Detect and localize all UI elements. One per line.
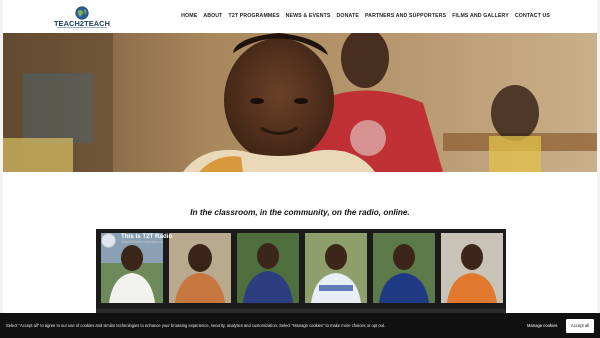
nav-item-programmes[interactable]: T2T PROGRAMMES	[229, 13, 280, 19]
nav-item-films-gallery[interactable]: FILMS AND GALLERY	[452, 13, 509, 19]
video-tile-2	[169, 233, 231, 303]
globe-logo-icon	[75, 6, 89, 20]
logo-underline	[57, 27, 107, 28]
site-logo[interactable]: TEACH2TEACH	[53, 6, 111, 30]
nav-item-news-events[interactable]: NEWS & EVENTS	[286, 13, 331, 19]
cookie-banner-text: Select "Accept all" to agree to our use …	[6, 323, 386, 328]
video-tile-3	[237, 233, 299, 303]
page: TEACH2TEACH HOME ABOUT T2T PROGRAMMES NE…	[0, 0, 600, 338]
video-tile-6	[441, 233, 503, 303]
site-frame: TEACH2TEACH HOME ABOUT T2T PROGRAMMES NE…	[3, 0, 597, 338]
accept-all-button[interactable]: Accept all	[566, 319, 594, 333]
hero-photo-classroom-children	[3, 33, 597, 172]
nav-item-contact[interactable]: CONTACT US	[515, 13, 550, 19]
manage-cookies-link[interactable]: Manage cookies	[527, 323, 558, 328]
nav-item-about[interactable]: ABOUT	[203, 13, 222, 19]
tagline: In the classroom, in the community, on t…	[190, 208, 410, 217]
video-title[interactable]: This is T2T Radio	[121, 233, 172, 240]
nav-item-partners[interactable]: PARTNERS AND SUPPORTERS	[365, 13, 446, 19]
site-header: TEACH2TEACH HOME ABOUT T2T PROGRAMMES NE…	[3, 0, 597, 33]
video-tile-5	[373, 233, 435, 303]
nav-item-donate[interactable]: DONATE	[337, 13, 359, 19]
hero-image	[3, 33, 597, 172]
video-channel-name[interactable]: Teach2Teach International	[121, 240, 163, 244]
cookie-banner: Select "Accept all" to agree to our use …	[0, 313, 600, 338]
main-nav: HOME ABOUT T2T PROGRAMMES NEWS & EVENTS …	[181, 13, 550, 19]
nav-item-home[interactable]: HOME	[181, 13, 197, 19]
video-tile-4	[305, 233, 367, 303]
channel-avatar[interactable]	[101, 233, 116, 248]
